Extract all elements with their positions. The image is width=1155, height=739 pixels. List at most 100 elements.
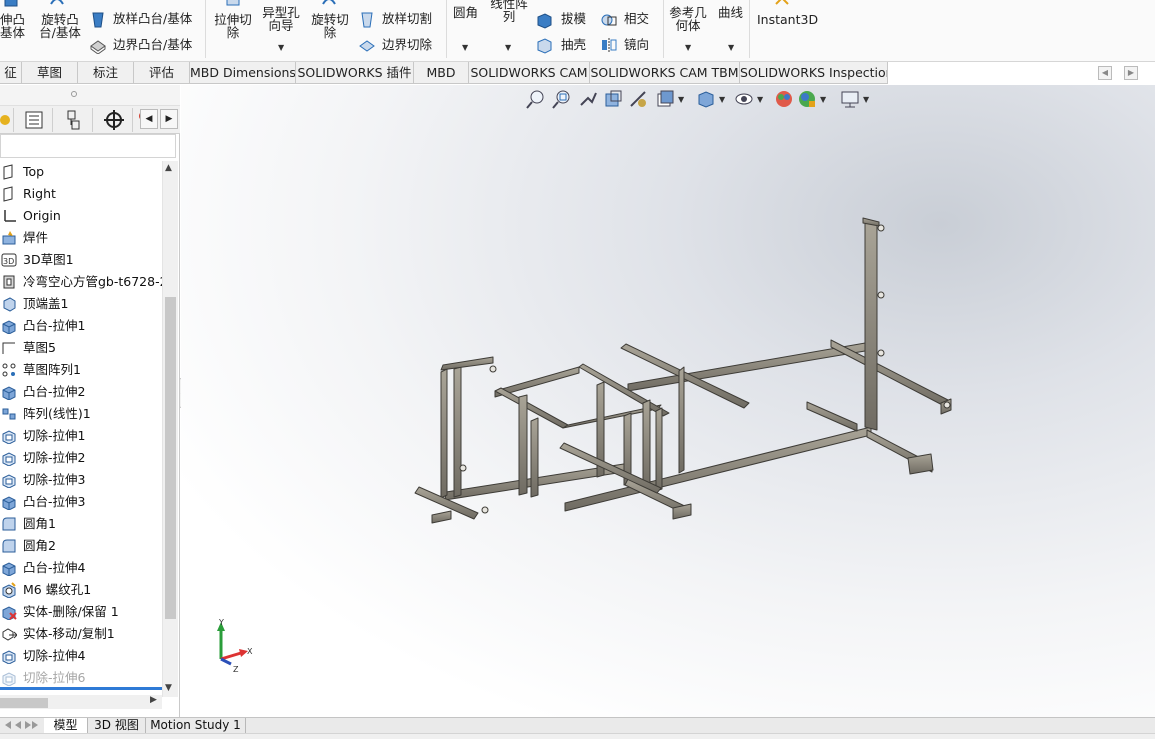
model-tabs-bar: 模型 3D 视图 Motion Study 1 bbox=[0, 717, 1155, 733]
tree-node[interactable]: 切除-拉伸2 bbox=[0, 447, 162, 469]
tree-node[interactable]: 凸台-拉伸4 bbox=[0, 557, 162, 579]
bolt-hole bbox=[877, 349, 885, 357]
scroll-down-icon[interactable]: ▼ bbox=[165, 683, 172, 693]
chevron-down-icon[interactable]: ▼ bbox=[728, 43, 734, 52]
tab-feature-manager[interactable] bbox=[0, 108, 14, 132]
instant3d-button[interactable]: Instant3D bbox=[757, 13, 818, 26]
boundary-boss-button[interactable]: 边界凸台/基体 bbox=[113, 38, 192, 51]
tab-scroll-right-icon[interactable]: ▶ bbox=[1124, 66, 1138, 80]
rollback-bar[interactable] bbox=[0, 687, 162, 690]
boundary-cut-icon bbox=[359, 40, 375, 52]
tree-node[interactable]: 切除-拉伸3 bbox=[0, 469, 162, 491]
property-manager-icon bbox=[25, 111, 43, 129]
tree-node[interactable]: 3D 3D草图1 bbox=[0, 249, 162, 271]
tab-dimxpert-manager[interactable] bbox=[95, 108, 133, 132]
scrollbar-thumb[interactable] bbox=[0, 698, 48, 708]
revolve-boss-icon bbox=[50, 0, 64, 5]
tree-filter-input[interactable] bbox=[0, 134, 176, 158]
boundary-cut-label: 边界切除 bbox=[382, 37, 433, 52]
tab-7[interactable]: SOLIDWORKS CAM bbox=[469, 62, 590, 84]
curves-button[interactable]: 曲线 bbox=[718, 6, 743, 19]
tree-node[interactable]: 实体-删除/保留 1 bbox=[0, 601, 162, 623]
revolve-cut-label: 旋转切 除 bbox=[311, 12, 349, 40]
tab-5[interactable]: SOLIDWORKS 插件 bbox=[296, 62, 414, 84]
tree-node[interactable]: 冷弯空心方管gb-t6728-20 bbox=[0, 271, 162, 293]
tree-node-label: M6 螺纹孔1 bbox=[23, 582, 92, 597]
fillet-button[interactable]: 圆角 bbox=[453, 6, 478, 19]
tree-node[interactable]: 圆角1 bbox=[0, 513, 162, 535]
tab-9[interactable]: SOLIDWORKS Inspection bbox=[740, 62, 888, 84]
tab-1[interactable]: 草图 bbox=[22, 62, 78, 84]
intersect-button[interactable]: 相交 bbox=[624, 12, 649, 25]
loft-boss-button[interactable]: 放样凸台/基体 bbox=[113, 12, 192, 25]
tree-node[interactable]: 切除-拉伸4 bbox=[0, 645, 162, 667]
weldment-frame-model[interactable] bbox=[181, 85, 1155, 717]
revolve-boss-button[interactable]: 旋转凸 台/基体 bbox=[37, 13, 83, 39]
tree-node[interactable]: 凸台-拉伸2 bbox=[0, 381, 162, 403]
tree-node[interactable]: 凸台-拉伸1 bbox=[0, 315, 162, 337]
tab-3[interactable]: 评估 bbox=[134, 62, 190, 84]
scrollbar-thumb[interactable] bbox=[165, 297, 176, 619]
linear-pattern-button[interactable]: 线性阵 列 bbox=[487, 0, 531, 23]
draft-button[interactable]: 拔模 bbox=[561, 12, 586, 25]
tree-node[interactable]: M6 螺纹孔1 bbox=[0, 579, 162, 601]
feature-tree: Top Right Origin 焊件 3D 3D草图1 冷弯空心方管gb-t6728-20… bbox=[0, 161, 162, 689]
tree-node[interactable]: 切除-拉伸1 bbox=[0, 425, 162, 447]
tab-4[interactable]: MBD Dimensions bbox=[190, 62, 296, 84]
tab-configuration-manager[interactable] bbox=[55, 108, 93, 132]
chevron-down-icon[interactable]: ▼ bbox=[278, 43, 284, 52]
tree-node[interactable]: 圆角2 bbox=[0, 535, 162, 557]
tree-node[interactable]: Origin bbox=[0, 205, 162, 227]
tree-node[interactable]: 焊件 bbox=[0, 227, 162, 249]
z-axis-arrow bbox=[220, 657, 232, 666]
mirror-button[interactable]: 镜向 bbox=[624, 38, 649, 51]
fillet-label: 圆角 bbox=[453, 5, 479, 20]
chevron-down-icon[interactable]: ▼ bbox=[505, 43, 511, 52]
tab-2[interactable]: 标注 bbox=[78, 62, 134, 84]
ref-geometry-button[interactable]: 参考几 何体 bbox=[666, 6, 710, 32]
delete-body-icon bbox=[2, 606, 17, 620]
tree-node[interactable]: 实体-移动/复制1 bbox=[0, 623, 162, 645]
extrude-cut-button[interactable]: 拉伸切 除 bbox=[211, 13, 255, 39]
scroll-right-icon[interactable]: ▶ bbox=[150, 695, 157, 705]
chevron-down-icon[interactable]: ▼ bbox=[462, 43, 468, 52]
tab-scroll-left-icon[interactable]: ◀ bbox=[1098, 66, 1112, 80]
tree-node[interactable]: Right bbox=[0, 183, 162, 205]
panel-grip-icon[interactable] bbox=[71, 91, 77, 97]
weldment-icon bbox=[2, 231, 16, 245]
tree-node[interactable]: 凸台-拉伸3 bbox=[0, 491, 162, 513]
graphics-area[interactable]: ▼ ▼ ▼ ▼ ▼ Y X Z bbox=[181, 85, 1155, 717]
tab-0[interactable]: 征 bbox=[0, 62, 22, 84]
loft-boss-label: 放样凸台/基体 bbox=[113, 11, 193, 26]
tab-scroll-left-icon[interactable]: ◀ bbox=[140, 109, 158, 129]
boss-extrude-icon bbox=[2, 386, 16, 400]
draft-label: 拔模 bbox=[561, 11, 587, 26]
bottom-tab-0[interactable]: 模型 bbox=[44, 718, 88, 733]
tree-node[interactable]: 顶端盖1 bbox=[0, 293, 162, 315]
extrude-boss-button[interactable]: 伸凸 基体 bbox=[0, 13, 25, 39]
tab-8[interactable]: SOLIDWORKS CAM TBM bbox=[590, 62, 740, 84]
tab-scroll-right-icon[interactable]: ▶ bbox=[160, 109, 178, 129]
tree-node[interactable]: 切除-拉伸6 bbox=[0, 667, 162, 689]
tree-node[interactable]: 草图阵列1 bbox=[0, 359, 162, 381]
tab-property-manager[interactable] bbox=[15, 108, 53, 132]
bolt-hole bbox=[877, 224, 885, 232]
tree-node[interactable]: Top bbox=[0, 161, 162, 183]
hole-wizard-button[interactable]: 异型孔 向导 bbox=[259, 6, 303, 32]
cut-extrude-icon bbox=[2, 452, 16, 466]
bottom-tab-2[interactable]: Motion Study 1 bbox=[146, 718, 246, 733]
tree-node[interactable]: 阵列(线性)1 bbox=[0, 403, 162, 425]
tab-6[interactable]: MBD bbox=[414, 62, 469, 84]
cut-extrude-icon bbox=[2, 430, 16, 444]
ribbon-separator bbox=[205, 0, 206, 58]
revolve-cut-button[interactable]: 旋转切 除 bbox=[308, 13, 352, 39]
boundary-cut-button[interactable]: 边界切除 bbox=[382, 38, 432, 51]
bottom-tab-1[interactable]: 3D 视图 bbox=[88, 718, 146, 733]
tree-node[interactable]: 草图5 bbox=[0, 337, 162, 359]
scroll-up-icon[interactable]: ▲ bbox=[165, 163, 172, 173]
tab-navigation-arrows[interactable] bbox=[0, 719, 40, 732]
shell-icon bbox=[537, 38, 552, 54]
chevron-down-icon[interactable]: ▼ bbox=[685, 43, 691, 52]
shell-button[interactable]: 抽壳 bbox=[561, 38, 586, 51]
loft-cut-button[interactable]: 放样切割 bbox=[382, 12, 432, 25]
